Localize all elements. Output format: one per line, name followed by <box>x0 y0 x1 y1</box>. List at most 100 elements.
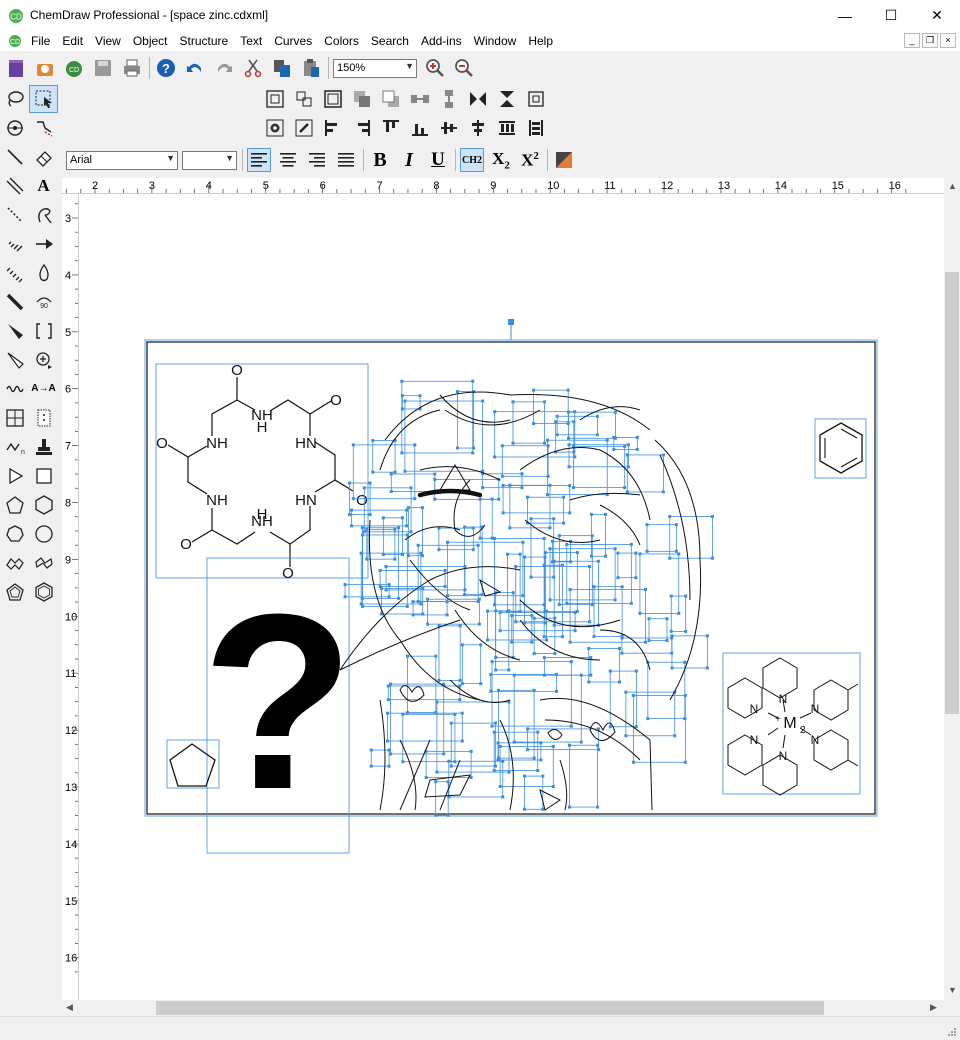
reaction-atom-mapping-tool[interactable]: A→A <box>29 375 58 403</box>
wavy-bond-tool[interactable] <box>0 375 29 403</box>
send-back-button[interactable] <box>379 87 403 111</box>
doc-close-button[interactable]: × <box>940 33 956 48</box>
structure-perspective-tool[interactable] <box>0 114 29 142</box>
benzene-ring[interactable] <box>814 418 867 479</box>
hexagon-ring-tool[interactable] <box>29 491 58 519</box>
menu-object[interactable]: Object <box>133 34 168 48</box>
new-document-button[interactable] <box>4 56 28 80</box>
vertical-scrollbar[interactable]: ▲ ▼ <box>944 178 960 1016</box>
justify-text-button[interactable] <box>334 148 358 172</box>
superscript-button[interactable]: X2 <box>518 148 542 172</box>
font-family-select[interactable]: Arial ▼ <box>66 150 178 170</box>
arrow-tool[interactable] <box>29 230 58 258</box>
hollow-wedge-tool[interactable] <box>0 346 29 374</box>
cyclohexane-chair-alt-tool[interactable] <box>29 549 58 577</box>
align-center-vertical-button[interactable] <box>437 116 461 140</box>
doc-restore-button[interactable]: ❐ <box>922 33 938 48</box>
curve-sketch-drawing[interactable] <box>339 379 714 817</box>
underline-button[interactable]: U <box>426 148 450 172</box>
open-button[interactable] <box>33 56 57 80</box>
doc-minimize-button[interactable]: _ <box>904 33 920 48</box>
atom-label[interactable]: NH <box>206 435 228 452</box>
brackets-tool[interactable] <box>29 317 58 345</box>
atom-label[interactable]: HN <box>295 435 317 452</box>
zoom-select[interactable]: 150% ▼ <box>333 58 417 78</box>
atom-label[interactable]: HN <box>295 492 317 509</box>
atom-label[interactable]: O <box>231 362 243 379</box>
table-tool[interactable] <box>0 404 29 432</box>
paste-button[interactable] <box>299 56 323 80</box>
atom-label[interactable]: O <box>356 492 368 509</box>
hashed-bond-tool[interactable] <box>0 259 29 287</box>
hashed-wedge-tool[interactable] <box>0 230 29 258</box>
zoom-out-button[interactable] <box>452 56 476 80</box>
edit-object-button[interactable] <box>292 116 316 140</box>
menu-structure[interactable]: Structure <box>180 34 229 48</box>
atom-label[interactable]: O <box>330 392 342 409</box>
menu-view[interactable]: View <box>95 34 121 48</box>
open-cd-button[interactable]: CD <box>62 56 86 80</box>
pen-tool[interactable] <box>29 201 58 229</box>
metal-center-label[interactable]: M <box>783 715 796 732</box>
eraser-bond-tool[interactable] <box>29 114 58 142</box>
font-size-select[interactable]: ▼ <box>182 150 237 170</box>
align-top-button[interactable] <box>379 116 403 140</box>
zoom-in-button[interactable] <box>423 56 447 80</box>
scroll-right-icon[interactable]: ▶ <box>930 1002 937 1013</box>
align-left-button[interactable] <box>321 116 345 140</box>
pentagon-ring-tool[interactable] <box>0 491 29 519</box>
cyclic-peptide-structure[interactable]: O NH O NH HN O O NH HN O O NH O H H <box>155 362 369 582</box>
minimize-button[interactable]: — <box>822 0 868 31</box>
dashed-bond-tool[interactable] <box>0 201 29 229</box>
menu-help[interactable]: Help <box>528 34 553 48</box>
save-button[interactable] <box>91 56 115 80</box>
ungroup-button[interactable] <box>292 87 316 111</box>
double-bond-tool[interactable] <box>0 172 29 200</box>
atom-label[interactable]: NH <box>206 492 228 509</box>
benzene-tool[interactable] <box>29 578 58 606</box>
drawing-canvas[interactable]: O NH O NH HN O O NH HN O O NH O H H <box>79 194 944 1000</box>
align-text-left-button[interactable] <box>247 148 271 172</box>
align-right-button[interactable] <box>350 116 374 140</box>
cyclohexane-chair-tool[interactable] <box>0 549 29 577</box>
distribute-vertical-button[interactable] <box>524 116 548 140</box>
wedge-bond-tool[interactable] <box>0 317 29 345</box>
tlc-plate-tool[interactable] <box>29 404 58 432</box>
distribute-horizontal-button[interactable] <box>495 116 519 140</box>
flip-horizontal-button[interactable] <box>408 87 432 111</box>
rectangle-tool[interactable] <box>29 462 58 490</box>
scroll-down-icon[interactable]: ▼ <box>948 985 957 995</box>
question-mark-text[interactable]: ? <box>202 557 355 854</box>
menu-add-ins[interactable]: Add-ins <box>421 34 462 48</box>
align-text-right-button[interactable] <box>305 148 329 172</box>
menu-file[interactable]: File <box>31 34 50 48</box>
mirror-vertical-button[interactable] <box>495 87 519 111</box>
group-button[interactable] <box>263 87 287 111</box>
chain-tool[interactable]: n <box>0 433 29 461</box>
maximize-button[interactable]: ☐ <box>868 0 914 31</box>
bring-front-button[interactable] <box>350 87 374 111</box>
solid-bond-tool[interactable] <box>0 143 29 171</box>
menu-edit[interactable]: Edit <box>62 34 83 48</box>
menu-text[interactable]: Text <box>240 34 262 48</box>
flip-vertical-button[interactable] <box>437 87 461 111</box>
text-tool[interactable]: A <box>29 172 58 200</box>
print-button[interactable] <box>120 56 144 80</box>
subscript-button[interactable]: X2 <box>489 148 513 172</box>
templates-tool[interactable] <box>29 433 58 461</box>
mirror-horizontal-button[interactable] <box>466 87 490 111</box>
align-bottom-button[interactable] <box>408 116 432 140</box>
drawing-area[interactable]: O NH O NH HN O O NH HN O O NH O H H <box>79 194 944 1000</box>
horizontal-scrollbar[interactable]: ◀ ▶ <box>62 1000 944 1016</box>
bold-button[interactable]: B <box>368 148 392 172</box>
marquee-tool[interactable] <box>29 84 58 113</box>
chemical-symbols-tool[interactable] <box>29 346 58 374</box>
eraser-tool[interactable] <box>29 143 58 171</box>
cyclopentadiene-tool[interactable] <box>0 578 29 606</box>
orbital-tool[interactable]: 90 <box>29 288 58 316</box>
align-text-center-button[interactable] <box>276 148 300 172</box>
scroll-left-icon[interactable]: ◀ <box>66 1002 73 1013</box>
scroll-up-icon[interactable]: ▲ <box>948 181 957 191</box>
octagon-ring-tool[interactable] <box>29 520 58 548</box>
vertical-scroll-thumb[interactable] <box>945 272 959 714</box>
